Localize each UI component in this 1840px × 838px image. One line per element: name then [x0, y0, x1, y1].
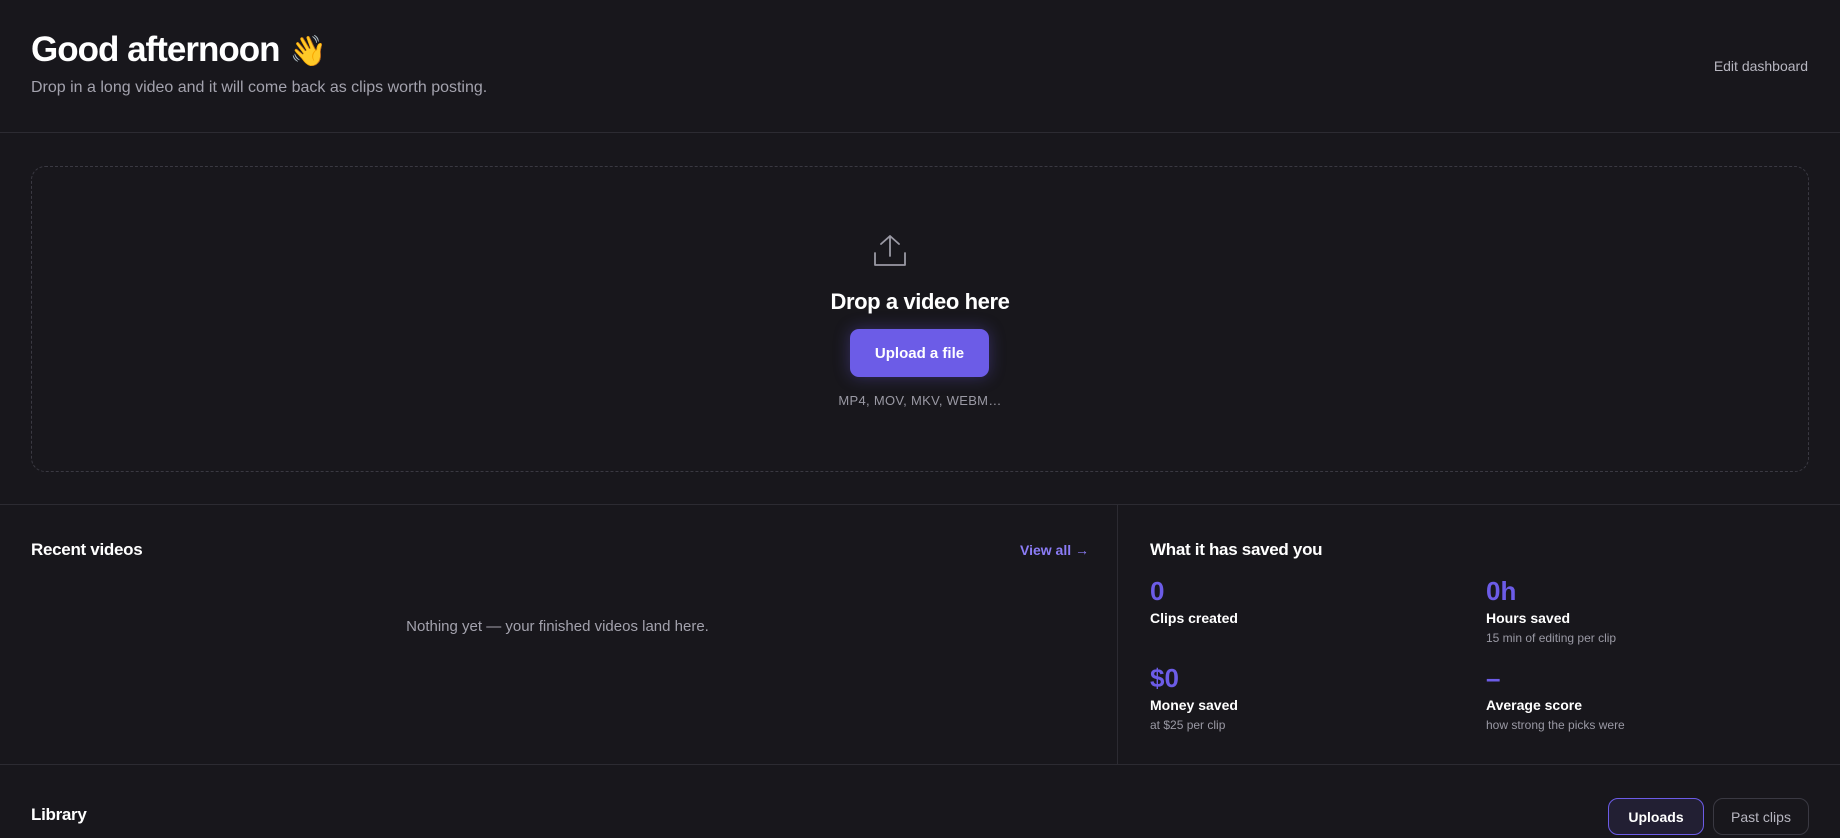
recent-videos-empty-message: Nothing yet — your finished videos land …: [406, 618, 709, 635]
divider: [0, 764, 1840, 765]
stat-label: Hours saved: [1486, 610, 1571, 626]
greeting-text: Good afternoon: [31, 30, 280, 69]
stat-average-score: – Average score how strong the picks wer…: [1486, 663, 1625, 732]
savings-title: What it has saved you: [1150, 540, 1323, 559]
dashboard-header: Good afternoon 👋 Drop in a long video and…: [0, 0, 1840, 133]
tab-past-clips[interactable]: Past clips: [1713, 798, 1809, 835]
stat-note: how strong the picks were: [1486, 718, 1625, 732]
stat-value: –: [1486, 663, 1501, 693]
stat-label: Clips created: [1150, 610, 1238, 626]
divider: [1117, 505, 1118, 764]
upload-file-button[interactable]: Upload a file: [850, 329, 989, 377]
view-all-link[interactable]: View all →: [1020, 542, 1089, 558]
upload-icon: [874, 235, 906, 266]
stat-value: $0: [1150, 663, 1179, 693]
stat-label: Average score: [1486, 697, 1582, 713]
stat-money-saved: $0 Money saved at $25 per clip: [1150, 663, 1238, 732]
stat-value: 0h: [1486, 576, 1517, 606]
greeting-heading: Good afternoon 👋: [31, 30, 327, 70]
stat-hours-saved: 0h Hours saved 15 min of editing per cli…: [1486, 576, 1616, 645]
stat-note: at $25 per clip: [1150, 718, 1226, 732]
tab-uploads[interactable]: Uploads: [1608, 798, 1704, 835]
video-dropzone[interactable]: [31, 166, 1809, 472]
stat-value: 0: [1150, 576, 1165, 606]
stat-note: 15 min of editing per clip: [1486, 631, 1617, 645]
dropzone-title: Drop a video here: [830, 289, 1010, 314]
page-subtitle: Drop in a long video and it will come ba…: [31, 79, 488, 96]
recent-videos-title: Recent videos: [31, 540, 143, 559]
stat-clips-created: 0 Clips created: [1150, 576, 1238, 626]
library-title: Library: [31, 805, 87, 824]
divider: [0, 504, 1840, 505]
edit-dashboard-link[interactable]: Edit dashboard: [1714, 58, 1808, 74]
waving-hand-icon: 👋: [289, 35, 326, 68]
stat-label: Money saved: [1150, 697, 1238, 713]
supported-formats: MP4, MOV, MKV, WEBM…: [838, 393, 1002, 408]
